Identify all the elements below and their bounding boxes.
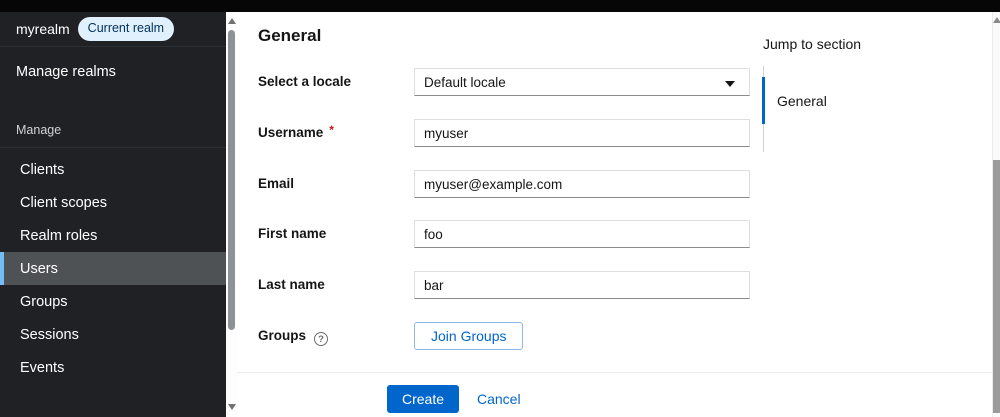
form-row-last-name: Last name [258, 271, 898, 299]
first-name-field[interactable] [414, 220, 750, 248]
sidebar-nav-list: Clients Client scopes Realm roles Users … [0, 153, 226, 384]
sidebar-item-client-scopes[interactable]: Client scopes [0, 186, 226, 219]
form-row-locale: Select a locale Default locale [258, 68, 898, 96]
sidebar-item-users[interactable]: Users [0, 252, 226, 285]
main-content: General Select a locale Default locale U… [237, 12, 992, 417]
username-field[interactable] [414, 119, 750, 147]
scroll-down-icon[interactable] [228, 404, 236, 410]
cancel-button[interactable]: Cancel [477, 385, 521, 413]
sidebar-scrollbar-thumb[interactable] [228, 30, 235, 330]
groups-label-text: Groups [258, 328, 307, 343]
form-row-groups: Groups? Join Groups [258, 322, 898, 350]
email-field[interactable] [414, 170, 750, 198]
sidebar-scrollbar[interactable] [226, 12, 237, 417]
form-row-first-name: First name [258, 220, 898, 248]
page-title: General [258, 26, 322, 45]
locale-select-value: Default locale [424, 74, 506, 90]
footer-divider [237, 372, 992, 373]
username-label-text: Username [258, 125, 324, 140]
last-name-field[interactable] [414, 271, 750, 299]
sidebar-item-manage-realms[interactable]: Manage realms [0, 47, 226, 97]
first-name-label: First name [258, 226, 327, 241]
email-label: Email [258, 176, 295, 191]
jump-link-general[interactable]: General [777, 93, 827, 109]
sidebar-item-clients[interactable]: Clients [0, 153, 226, 186]
join-groups-button[interactable]: Join Groups [414, 322, 524, 350]
sidebar-item-events[interactable]: Events [0, 351, 226, 384]
current-realm-badge: Current realm [77, 17, 175, 41]
page-scrollbar[interactable] [992, 12, 1000, 417]
page-scrollbar-thumb[interactable] [993, 160, 1000, 413]
masthead-strip [0, 0, 1000, 12]
sidebar-item-groups[interactable]: Groups [0, 285, 226, 318]
groups-label: Groups? [258, 322, 329, 350]
sidebar-divider [0, 147, 226, 148]
jump-nav-title: Jump to section [763, 36, 862, 52]
realm-name: myrealm [16, 21, 70, 37]
create-button[interactable]: Create [387, 385, 460, 413]
form-row-username: Username * [258, 119, 898, 147]
locale-select[interactable]: Default locale [414, 68, 750, 96]
sidebar: myrealm Current realm Manage realms Mana… [0, 12, 226, 417]
chevron-down-icon [725, 81, 735, 87]
locale-label: Select a locale [258, 74, 352, 89]
required-asterisk: * [329, 123, 334, 137]
last-name-label: Last name [258, 277, 325, 292]
form-row-email: Email [258, 170, 898, 198]
username-label: Username * [258, 119, 334, 147]
realm-selector[interactable]: myrealm Current realm [0, 12, 226, 47]
help-icon[interactable]: ? [314, 332, 329, 346]
sidebar-item-sessions[interactable]: Sessions [0, 318, 226, 351]
sidebar-item-realm-roles[interactable]: Realm roles [0, 219, 226, 252]
sidebar-section-title: Manage [16, 123, 62, 137]
jump-nav-active-indicator [762, 77, 765, 124]
scroll-up-icon[interactable] [228, 18, 236, 24]
sidebar-item-label: Manage realms [16, 64, 116, 80]
scroll-up-icon[interactable] [993, 17, 1000, 23]
